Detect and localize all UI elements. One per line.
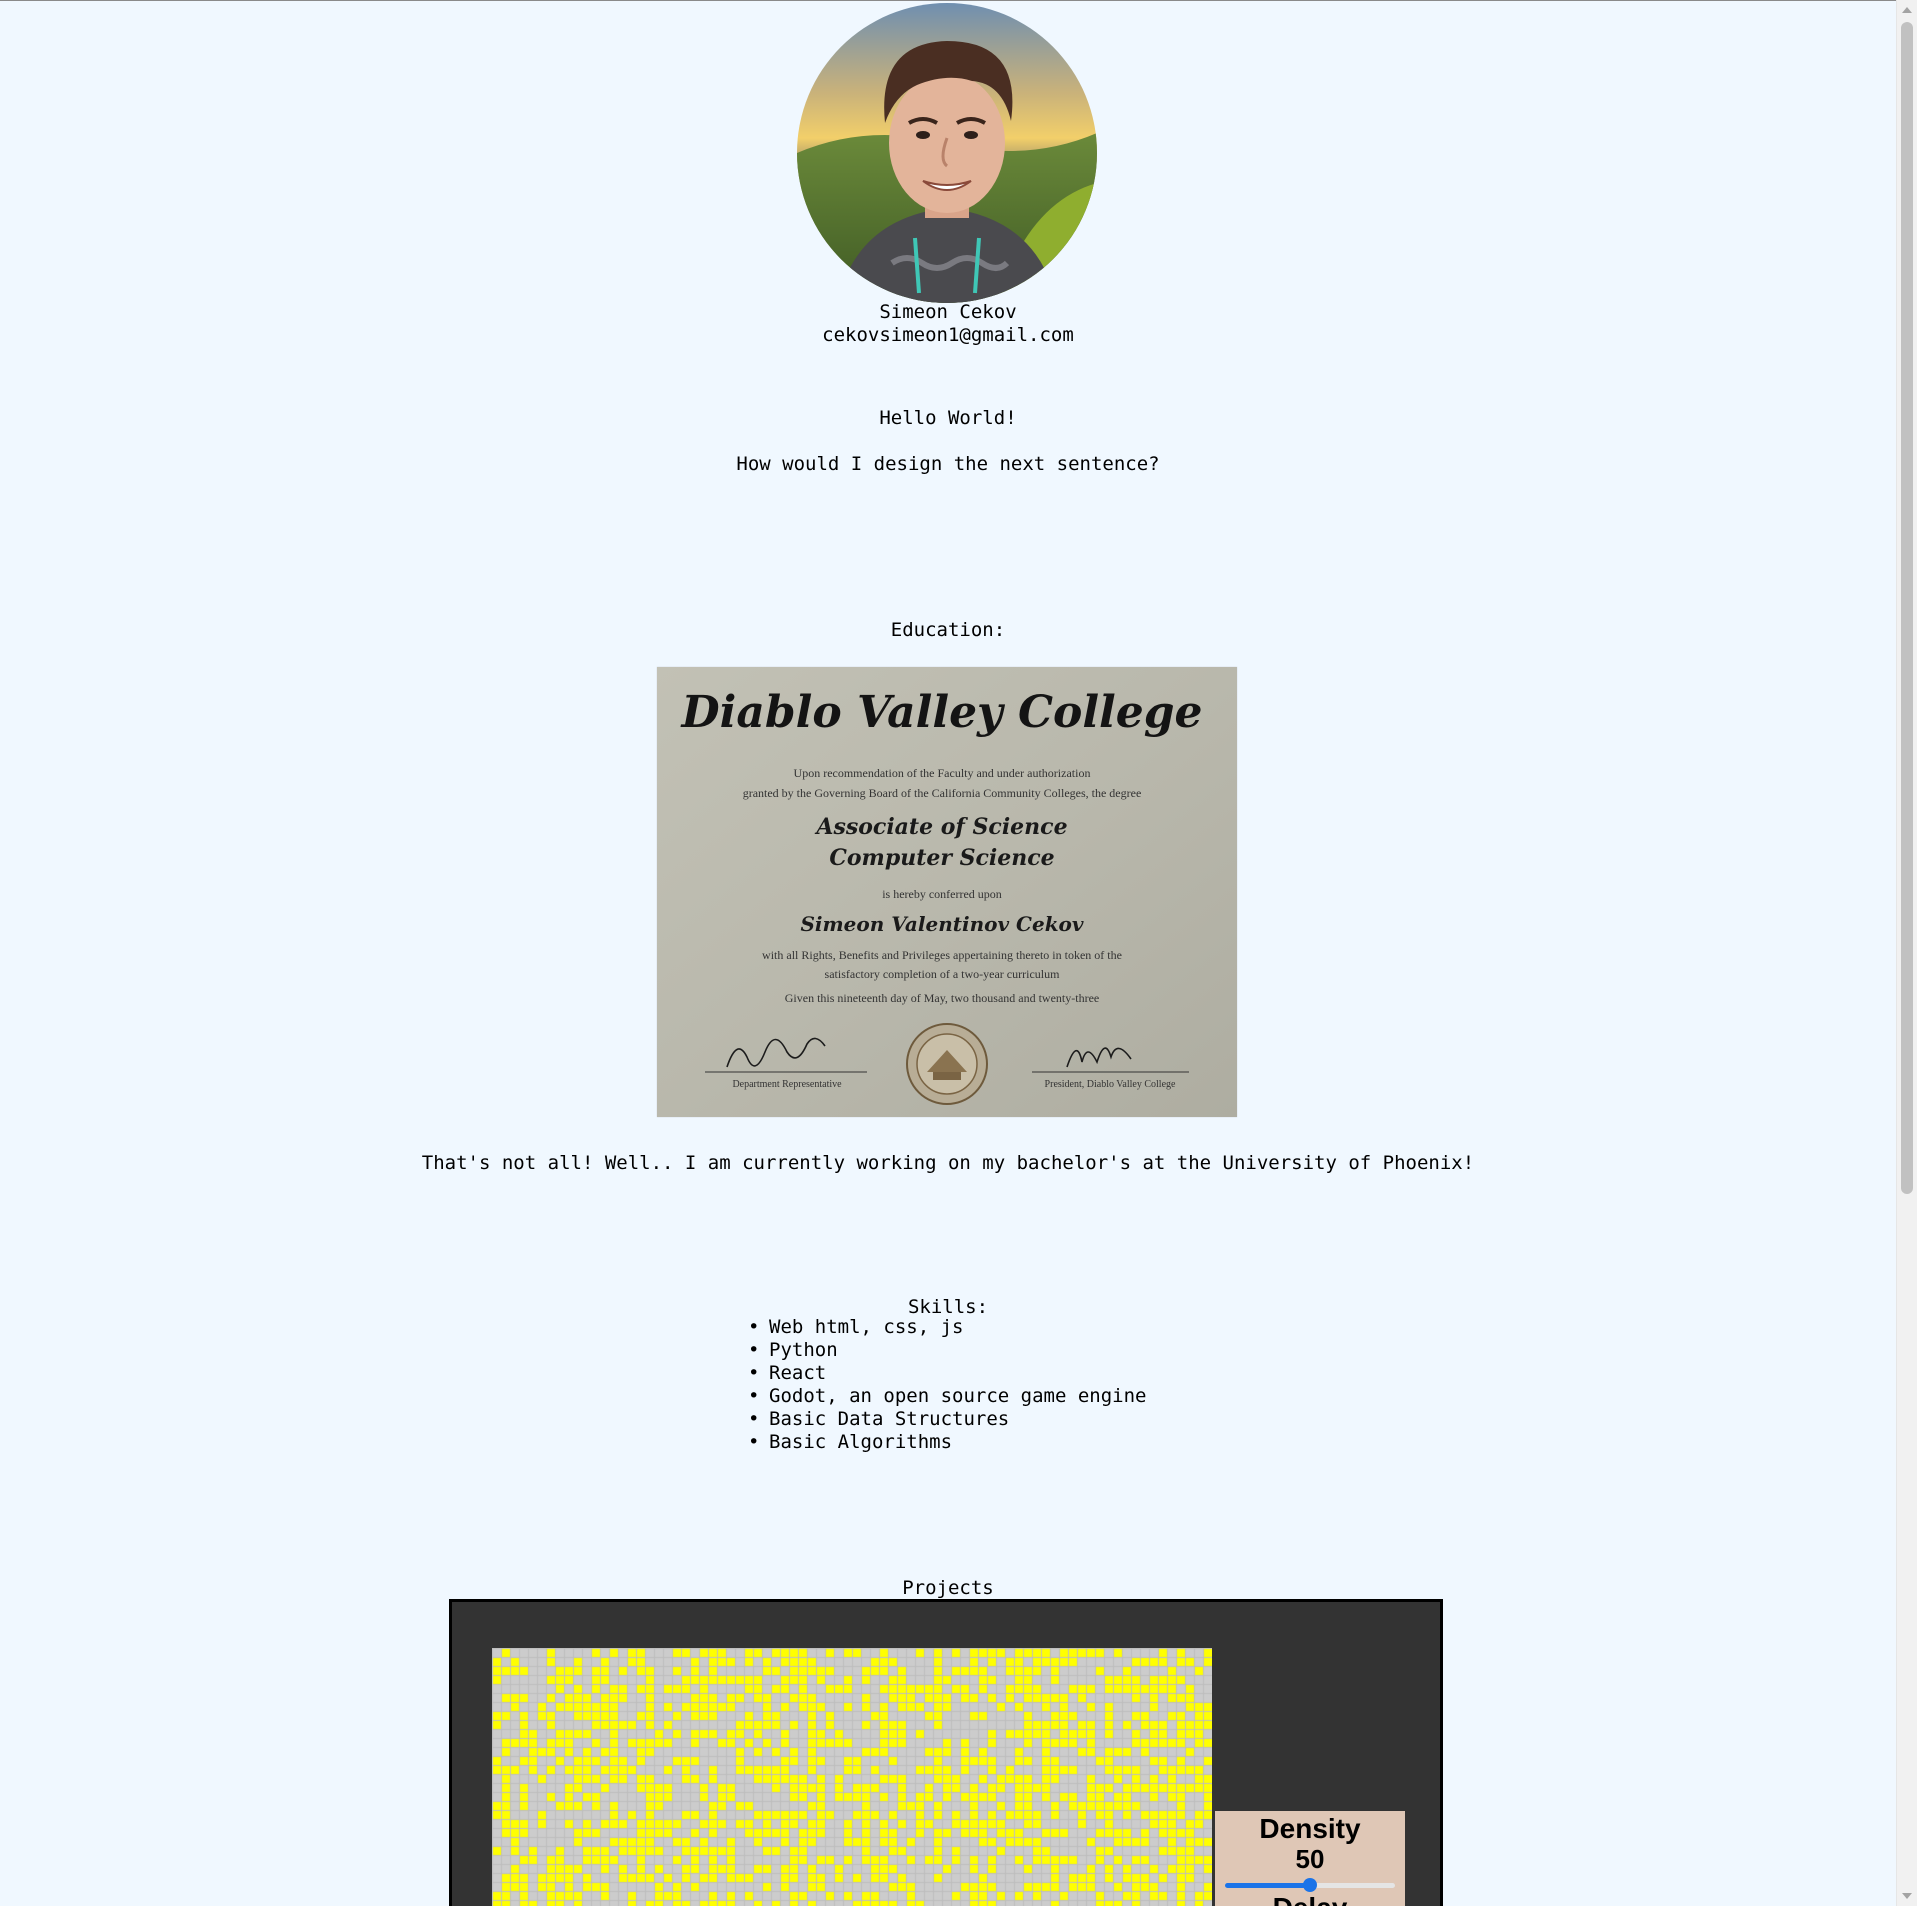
skills-list: Web html, css, js Python React Godot, an… xyxy=(748,1316,1147,1454)
bachelors-note: That's not all! Well.. I am currently wo… xyxy=(421,1152,1475,1174)
project-game-of-life: Density 50 Delay xyxy=(449,1599,1443,1906)
diploma-sig-right-title: President, Diablo Valley College xyxy=(1045,1079,1176,1090)
diploma-illustration: Diablo Valley College Upon recommendatio… xyxy=(657,667,1237,1117)
skill-item: Python xyxy=(748,1339,1147,1362)
simulation-controls: Density 50 Delay xyxy=(1215,1811,1405,1906)
density-label: Density xyxy=(1259,1813,1361,1844)
scroll-thumb[interactable] xyxy=(1901,22,1913,1194)
density-value: 50 xyxy=(1295,1844,1325,1874)
page-scrollbar[interactable] xyxy=(1896,0,1917,1906)
diploma-image: Diablo Valley College Upon recommendatio… xyxy=(657,667,1237,1117)
simulation-grid[interactable] xyxy=(492,1648,1212,1906)
diploma-rights-2: satisfactory completion of a two-year cu… xyxy=(825,967,1061,981)
skill-item: Web html, css, js xyxy=(748,1316,1147,1339)
scroll-down-arrow-icon[interactable] xyxy=(1897,1886,1917,1906)
skill-item: Basic Data Structures xyxy=(748,1408,1147,1431)
diploma-conferred: is hereby conferred upon xyxy=(882,887,1002,901)
education-heading: Education: xyxy=(890,619,1006,641)
profile-email: cekovsimeon1@gmail.com xyxy=(822,324,1074,346)
top-border xyxy=(0,0,1896,1)
delay-label: Delay xyxy=(1215,1892,1405,1906)
profile-name: Simeon Cekov xyxy=(879,301,1017,323)
profile-photo-illustration xyxy=(797,3,1097,303)
density-slider[interactable] xyxy=(1225,1878,1395,1892)
density-slider-fill xyxy=(1225,1883,1310,1888)
intro-question: How would I design the next sentence? xyxy=(736,453,1160,475)
college-seal-icon xyxy=(906,1023,988,1105)
diploma-recommendation-2: granted by the Governing Board of the Ca… xyxy=(743,786,1142,800)
projects-heading: Projects xyxy=(902,1577,994,1599)
diploma-rights-1: with all Rights, Benefits and Privileges… xyxy=(762,948,1122,962)
diploma-sig-left-title: Department Representative xyxy=(732,1079,842,1090)
diploma-given: Given this nineteenth day of May, two th… xyxy=(785,991,1099,1005)
density-slider-thumb[interactable] xyxy=(1303,1878,1317,1892)
profile-photo xyxy=(797,3,1097,303)
skill-item: React xyxy=(748,1362,1147,1385)
skill-item: Basic Algorithms xyxy=(748,1431,1147,1454)
diploma-recipient: Simeon Valentinov Cekov xyxy=(800,912,1083,936)
scroll-up-arrow-icon[interactable] xyxy=(1897,0,1917,20)
diploma-college: Diablo Valley College xyxy=(680,687,1203,738)
diploma-recommendation-1: Upon recommendation of the Faculty and u… xyxy=(794,766,1091,780)
page: Simeon Cekov cekovsimeon1@gmail.com Hell… xyxy=(0,0,1896,1906)
greeting-text: Hello World! xyxy=(879,407,1017,429)
diploma-degree-1: Associate of Science xyxy=(814,814,1067,840)
skill-item: Godot, an open source game engine xyxy=(748,1385,1147,1408)
diploma-degree-2: Computer Science xyxy=(829,845,1054,871)
